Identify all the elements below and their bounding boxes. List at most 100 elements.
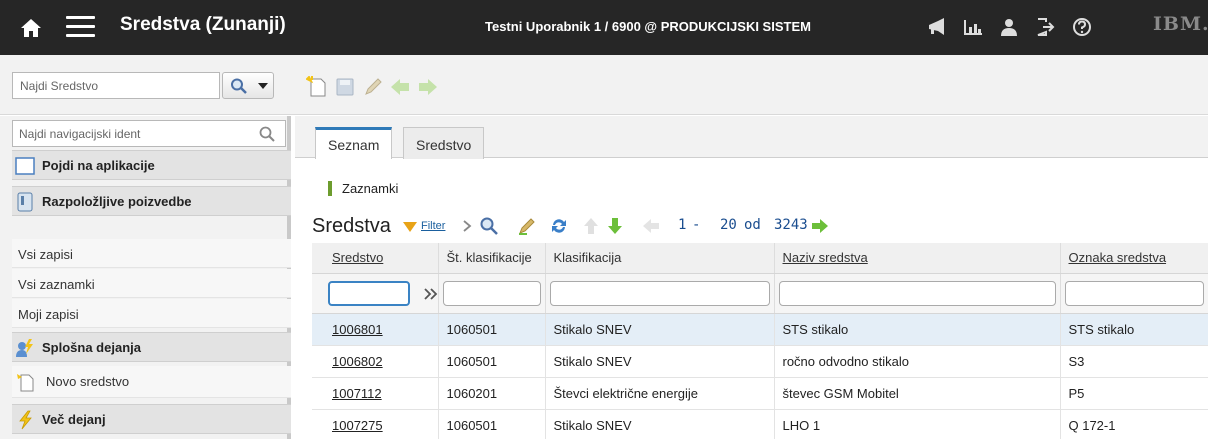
table-row[interactable]: 1007275 1060501 Stikalo SNEV LHO 1 Q 172… <box>312 409 1208 439</box>
application-window-icon <box>15 157 35 175</box>
move-down-arrow-icon[interactable] <box>605 216 625 236</box>
cell-asset-name: ročno odvodno stikalo <box>773 345 1060 378</box>
pager-from: 1 <box>678 217 687 233</box>
home-icon[interactable] <box>20 17 42 39</box>
user-profile-icon[interactable] <box>998 16 1020 38</box>
column-header-classification[interactable]: Klasifikacija <box>544 243 774 274</box>
cell-asset-link[interactable]: 1007275 <box>312 409 438 439</box>
actions-people-lightning-icon <box>16 339 33 357</box>
cell-asset-tag: Q 172-1 <box>1059 409 1208 439</box>
cell-classification-number: 1060201 <box>437 377 545 410</box>
assets-table: Sredstvo Št. klasifikacije Klasifikacija… <box>312 243 1208 439</box>
tab-strip: Seznam Sredstvo <box>295 116 1208 159</box>
refresh-icon[interactable] <box>549 216 569 236</box>
cell-asset-tag: S3 <box>1059 345 1208 378</box>
search-icon <box>231 78 247 94</box>
cell-asset-name: števec GSM Mobitel <box>773 377 1060 410</box>
edit-pencil-icon[interactable] <box>362 76 384 98</box>
column-header-classification-number[interactable]: Št. klasifikacije <box>437 243 545 274</box>
chevron-down-icon <box>258 83 268 89</box>
nav-search-input[interactable] <box>12 120 286 147</box>
cell-asset-link[interactable]: 1007112 <box>312 377 438 410</box>
save-icon[interactable] <box>334 76 356 98</box>
pager-to: 20 <box>720 217 737 233</box>
filter-row <box>312 273 1208 314</box>
nav-query-all-bookmarks[interactable]: Vsi zaznamki <box>12 269 291 298</box>
search-icon[interactable] <box>258 125 276 143</box>
queries-bookmark-icon <box>17 192 33 212</box>
cell-asset-name: LHO 1 <box>773 409 1060 439</box>
pager-total: 3243 <box>774 217 808 233</box>
new-record-icon[interactable] <box>306 76 328 98</box>
column-header-asset-name[interactable]: Naziv sredstva <box>773 243 1060 274</box>
main-content: Seznam Sredstvo Zaznamki Sredstva Filter… <box>295 116 1208 439</box>
filter-input-classification-number[interactable] <box>442 280 541 306</box>
filter-input-asset-name[interactable] <box>778 280 1056 306</box>
column-header-asset-tag[interactable]: Oznaka sredstva <box>1059 243 1208 274</box>
cell-classification: Stikalo SNEV <box>544 409 774 439</box>
filter-input-asset-tag[interactable] <box>1064 280 1204 306</box>
next-arrow-icon[interactable] <box>417 76 439 98</box>
table-row[interactable]: 1006801 1060501 Stikalo SNEV STS stikalo… <box>312 313 1208 346</box>
cell-asset-tag: P5 <box>1059 377 1208 410</box>
nav-section-common-actions[interactable]: Splošna dejanja <box>12 332 291 362</box>
cell-asset-name: STS stikalo <box>773 313 1060 346</box>
cell-asset-link[interactable]: 1006802 <box>312 345 438 378</box>
next-page-arrow-icon[interactable] <box>810 216 830 236</box>
nav-action-label: Novo sredstvo <box>46 374 130 389</box>
lightning-icon <box>19 410 32 430</box>
cell-asset-tag: STS stikalo <box>1059 313 1208 346</box>
logout-icon[interactable] <box>1034 16 1056 38</box>
app-title: Sredstva (Zunanji) <box>120 14 286 35</box>
clear-filter-pencil-icon[interactable] <box>517 216 537 236</box>
menu-icon[interactable] <box>66 16 95 38</box>
filter-input-classification[interactable] <box>549 280 770 306</box>
nav-section-go-to-apps[interactable]: Pojdi na aplikacije <box>12 150 291 180</box>
cell-classification: Števci električne energije <box>544 377 774 410</box>
pager-of: od <box>744 217 761 233</box>
search-icon[interactable] <box>479 216 499 236</box>
table-row[interactable]: 1007112 1060201 Števci električne energi… <box>312 377 1208 410</box>
double-chevron-right-icon[interactable] <box>424 287 438 300</box>
filter-input-asset[interactable] <box>328 280 410 306</box>
nav-section-available-queries[interactable]: Razpoložljive poizvedbe <box>12 186 291 216</box>
previous-page-arrow-icon[interactable] <box>641 216 661 236</box>
bookmarks-link[interactable]: Zaznamki <box>342 181 398 196</box>
bookmark-icon <box>328 181 332 196</box>
megaphone-icon[interactable] <box>926 16 948 38</box>
list-title: Sredstva <box>312 215 391 237</box>
help-icon[interactable] <box>1071 16 1093 38</box>
nav-action-new-asset[interactable]: Novo sredstvo <box>12 366 291 398</box>
chevron-right-icon[interactable] <box>461 219 473 233</box>
toolbar <box>0 55 1208 115</box>
cell-classification-number: 1060501 <box>437 409 545 439</box>
previous-arrow-icon[interactable] <box>389 76 411 98</box>
new-record-icon <box>17 374 34 392</box>
reports-chart-icon[interactable] <box>962 16 984 38</box>
top-bar: Sredstva (Zunanji) Testni Uporabnik 1 / … <box>0 0 1208 55</box>
pager-dash: - <box>692 217 701 233</box>
nav-section-label: Razpoložljive poizvedbe <box>42 194 192 209</box>
cell-classification: Stikalo SNEV <box>544 345 774 378</box>
search-button[interactable] <box>222 72 274 99</box>
table-row[interactable]: 1006802 1060501 Stikalo SNEV ročno odvod… <box>312 345 1208 378</box>
filter-funnel-icon[interactable] <box>403 222 417 232</box>
ibm-logo: IBM. <box>1153 13 1208 35</box>
move-up-arrow-icon[interactable] <box>581 216 601 236</box>
cell-classification: Stikalo SNEV <box>544 313 774 346</box>
nav-section-label: Splošna dejanja <box>42 340 141 355</box>
nav-section-label: Več dejanj <box>42 412 106 427</box>
nav-query-my-records[interactable]: Moji zapisi <box>12 299 291 328</box>
filter-link[interactable]: Filter <box>421 220 445 232</box>
nav-query-all-records[interactable]: Vsi zapisi <box>12 239 291 268</box>
column-header-asset[interactable]: Sredstvo <box>312 243 438 274</box>
tab-list[interactable]: Seznam <box>315 127 393 159</box>
search-input[interactable] <box>12 72 220 99</box>
cell-classification-number: 1060501 <box>437 345 545 378</box>
nav-section-more-actions[interactable]: Več dejanj <box>12 404 291 434</box>
cell-asset-link[interactable]: 1006801 <box>312 313 438 346</box>
side-navigation: Pojdi na aplikacije Razpoložljive poizve… <box>0 116 291 439</box>
user-info: Testni Uporabnik 1 / 6900 @ PRODUKCIJSKI… <box>485 19 811 34</box>
tab-asset[interactable]: Sredstvo <box>403 127 485 159</box>
cell-classification-number: 1060501 <box>437 313 545 346</box>
